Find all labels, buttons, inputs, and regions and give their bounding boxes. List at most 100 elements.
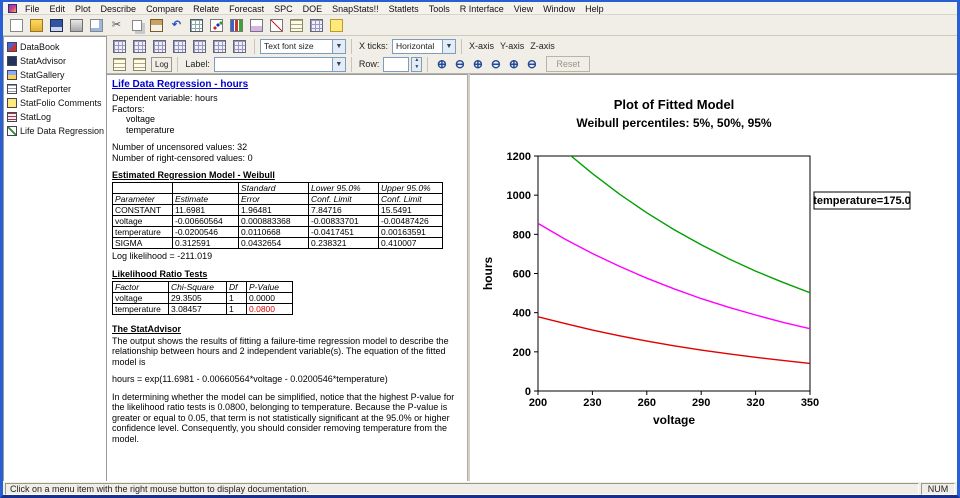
- cut-button[interactable]: [107, 16, 126, 34]
- chevron-down-icon[interactable]: ▼: [442, 39, 456, 53]
- toggle-grid-icon: [113, 57, 126, 71]
- text-font-size-value: Text font size: [264, 41, 314, 51]
- sidebar-item-statlog[interactable]: StatLog: [5, 110, 105, 124]
- statadvisor-paragraph-2: In determining whether the model can be …: [112, 391, 455, 444]
- copy-graph-button[interactable]: [230, 37, 249, 55]
- cut-icon: [110, 19, 123, 32]
- statfolio-comments-icon: [7, 98, 17, 108]
- zoom-buttons-group: [433, 56, 540, 72]
- scatter-plot-button[interactable]: [207, 16, 226, 34]
- spinner-down-icon[interactable]: ▼: [414, 64, 419, 71]
- print-button[interactable]: [67, 16, 86, 34]
- menu-spc[interactable]: SPC: [269, 4, 298, 14]
- label-input[interactable]: ▼: [213, 56, 346, 72]
- menu-file[interactable]: File: [20, 4, 45, 14]
- graphics-options-button[interactable]: [170, 37, 189, 55]
- line-chart-icon: [270, 18, 283, 32]
- comments-button[interactable]: [327, 16, 346, 34]
- sidebar-item-statreporter[interactable]: StatReporter: [5, 82, 105, 96]
- analysis-options-button[interactable]: [150, 37, 169, 55]
- menu-window[interactable]: Window: [538, 4, 580, 14]
- new-button[interactable]: [7, 16, 26, 34]
- tables-and-graphs-button[interactable]: [130, 37, 149, 55]
- sidebar-item-label: StatReporter: [20, 84, 72, 94]
- input-dialog-icon: [113, 39, 126, 53]
- summary-table-button[interactable]: [287, 16, 306, 34]
- zoom-out-z-button[interactable]: [523, 56, 540, 72]
- save-graph-button[interactable]: [190, 37, 209, 55]
- menu-doe[interactable]: DOE: [298, 4, 328, 14]
- line-chart-button[interactable]: [267, 16, 286, 34]
- menu-statlets[interactable]: Statlets: [384, 4, 424, 14]
- menu-help[interactable]: Help: [580, 4, 609, 14]
- table-cell: 11.6981: [172, 204, 239, 216]
- sidebar-item-statadvisor[interactable]: StatAdvisor: [5, 54, 105, 68]
- spinner-up-icon[interactable]: ▲: [414, 57, 419, 64]
- statlog-icon: [7, 112, 17, 122]
- xticks-combo[interactable]: Horizontal ▼: [392, 38, 457, 54]
- menu-compare[interactable]: Compare: [141, 4, 188, 14]
- svg-text:200: 200: [529, 397, 547, 409]
- zoom-out-x-icon: [453, 58, 466, 71]
- menu-view[interactable]: View: [509, 4, 538, 14]
- reset-button[interactable]: Reset: [546, 56, 590, 72]
- menu-snapstats[interactable]: SnapStats!!: [327, 4, 384, 14]
- menu-describe[interactable]: Describe: [96, 4, 142, 14]
- input-dialog-button[interactable]: [110, 37, 129, 55]
- zoom-in-x-button[interactable]: [433, 56, 450, 72]
- table-cell: -0.00833701: [308, 215, 379, 227]
- regression-model-table: Standard Lower 95.0% Upper 95.0% Parameter E…: [112, 182, 443, 249]
- statreporter-icon: [7, 84, 17, 94]
- sidebar-item-label: DataBook: [20, 42, 60, 52]
- fitted-model-pane[interactable]: Plot of Fitted Model Weibull percentiles:…: [470, 74, 957, 481]
- table-cell: [112, 182, 173, 194]
- fitted-model-chart: Plot of Fitted Model Weibull percentiles:…: [481, 97, 911, 427]
- log-scale-button[interactable]: Log: [151, 56, 173, 72]
- status-bar: Click on a menu item with the right mous…: [3, 481, 957, 495]
- copy-icon: [131, 19, 142, 31]
- paste-button[interactable]: [147, 16, 166, 34]
- print-graph-button[interactable]: [210, 37, 229, 55]
- sidebar-item-label: Life Data Regression - hou: [20, 126, 105, 136]
- zoom-out-y-button[interactable]: [487, 56, 504, 72]
- sidebar-item-label: StatLog: [20, 112, 52, 122]
- menu-edit[interactable]: Edit: [45, 4, 71, 14]
- rotate-plot-button[interactable]: [130, 55, 149, 73]
- menu-relate[interactable]: Relate: [188, 4, 224, 14]
- sidebar-item-statgallery[interactable]: StatGallery: [5, 68, 105, 82]
- sidebar-item-statfolio-comments[interactable]: StatFolio Comments: [5, 96, 105, 110]
- sidebar-item-life-data-regression-hou[interactable]: Life Data Regression - hou: [5, 124, 105, 138]
- menu-tools[interactable]: Tools: [424, 4, 455, 14]
- save-button[interactable]: [47, 16, 66, 34]
- undo-button[interactable]: [167, 16, 186, 34]
- zoom-in-y-button[interactable]: [469, 56, 486, 72]
- row-input[interactable]: [383, 56, 410, 72]
- menu-r-interface[interactable]: R Interface: [455, 4, 509, 14]
- new-icon: [10, 18, 23, 32]
- chevron-down-icon[interactable]: ▼: [332, 39, 345, 53]
- chevron-down-icon[interactable]: ▼: [331, 57, 345, 71]
- svg-text:260: 260: [638, 397, 656, 409]
- table-cell: Standard: [238, 182, 309, 194]
- preview-button[interactable]: [87, 16, 106, 34]
- sidebar-item-databook[interactable]: DataBook: [5, 40, 105, 54]
- analysis-report-pane[interactable]: Life Data Regression - hours Dependent v…: [107, 74, 467, 481]
- grid-button[interactable]: [307, 16, 326, 34]
- graphics-toolbar: Text font size ▼ X ticks: Horizontal ▼ X…: [107, 36, 957, 74]
- zoom-in-z-button[interactable]: [505, 56, 522, 72]
- menu-forecast[interactable]: Forecast: [224, 4, 269, 14]
- copy-button[interactable]: [127, 16, 146, 34]
- datasheet-button[interactable]: [187, 16, 206, 34]
- open-button[interactable]: [27, 16, 46, 34]
- tables-and-graphs-icon: [133, 39, 146, 53]
- censored-count-line: Number of right-censored values: 0: [112, 152, 253, 163]
- row-spinner[interactable]: ▲ ▼: [411, 56, 423, 72]
- zoom-out-x-button[interactable]: [451, 56, 468, 72]
- toggle-grid-button[interactable]: [110, 55, 129, 73]
- box-plot-button[interactable]: [247, 16, 266, 34]
- graphics-toolbar-row2-icons: [110, 55, 149, 73]
- text-font-size-combo[interactable]: Text font size ▼: [260, 38, 346, 54]
- bar-chart-button[interactable]: [227, 16, 246, 34]
- databook-icon: [7, 42, 17, 52]
- menu-plot[interactable]: Plot: [70, 4, 96, 14]
